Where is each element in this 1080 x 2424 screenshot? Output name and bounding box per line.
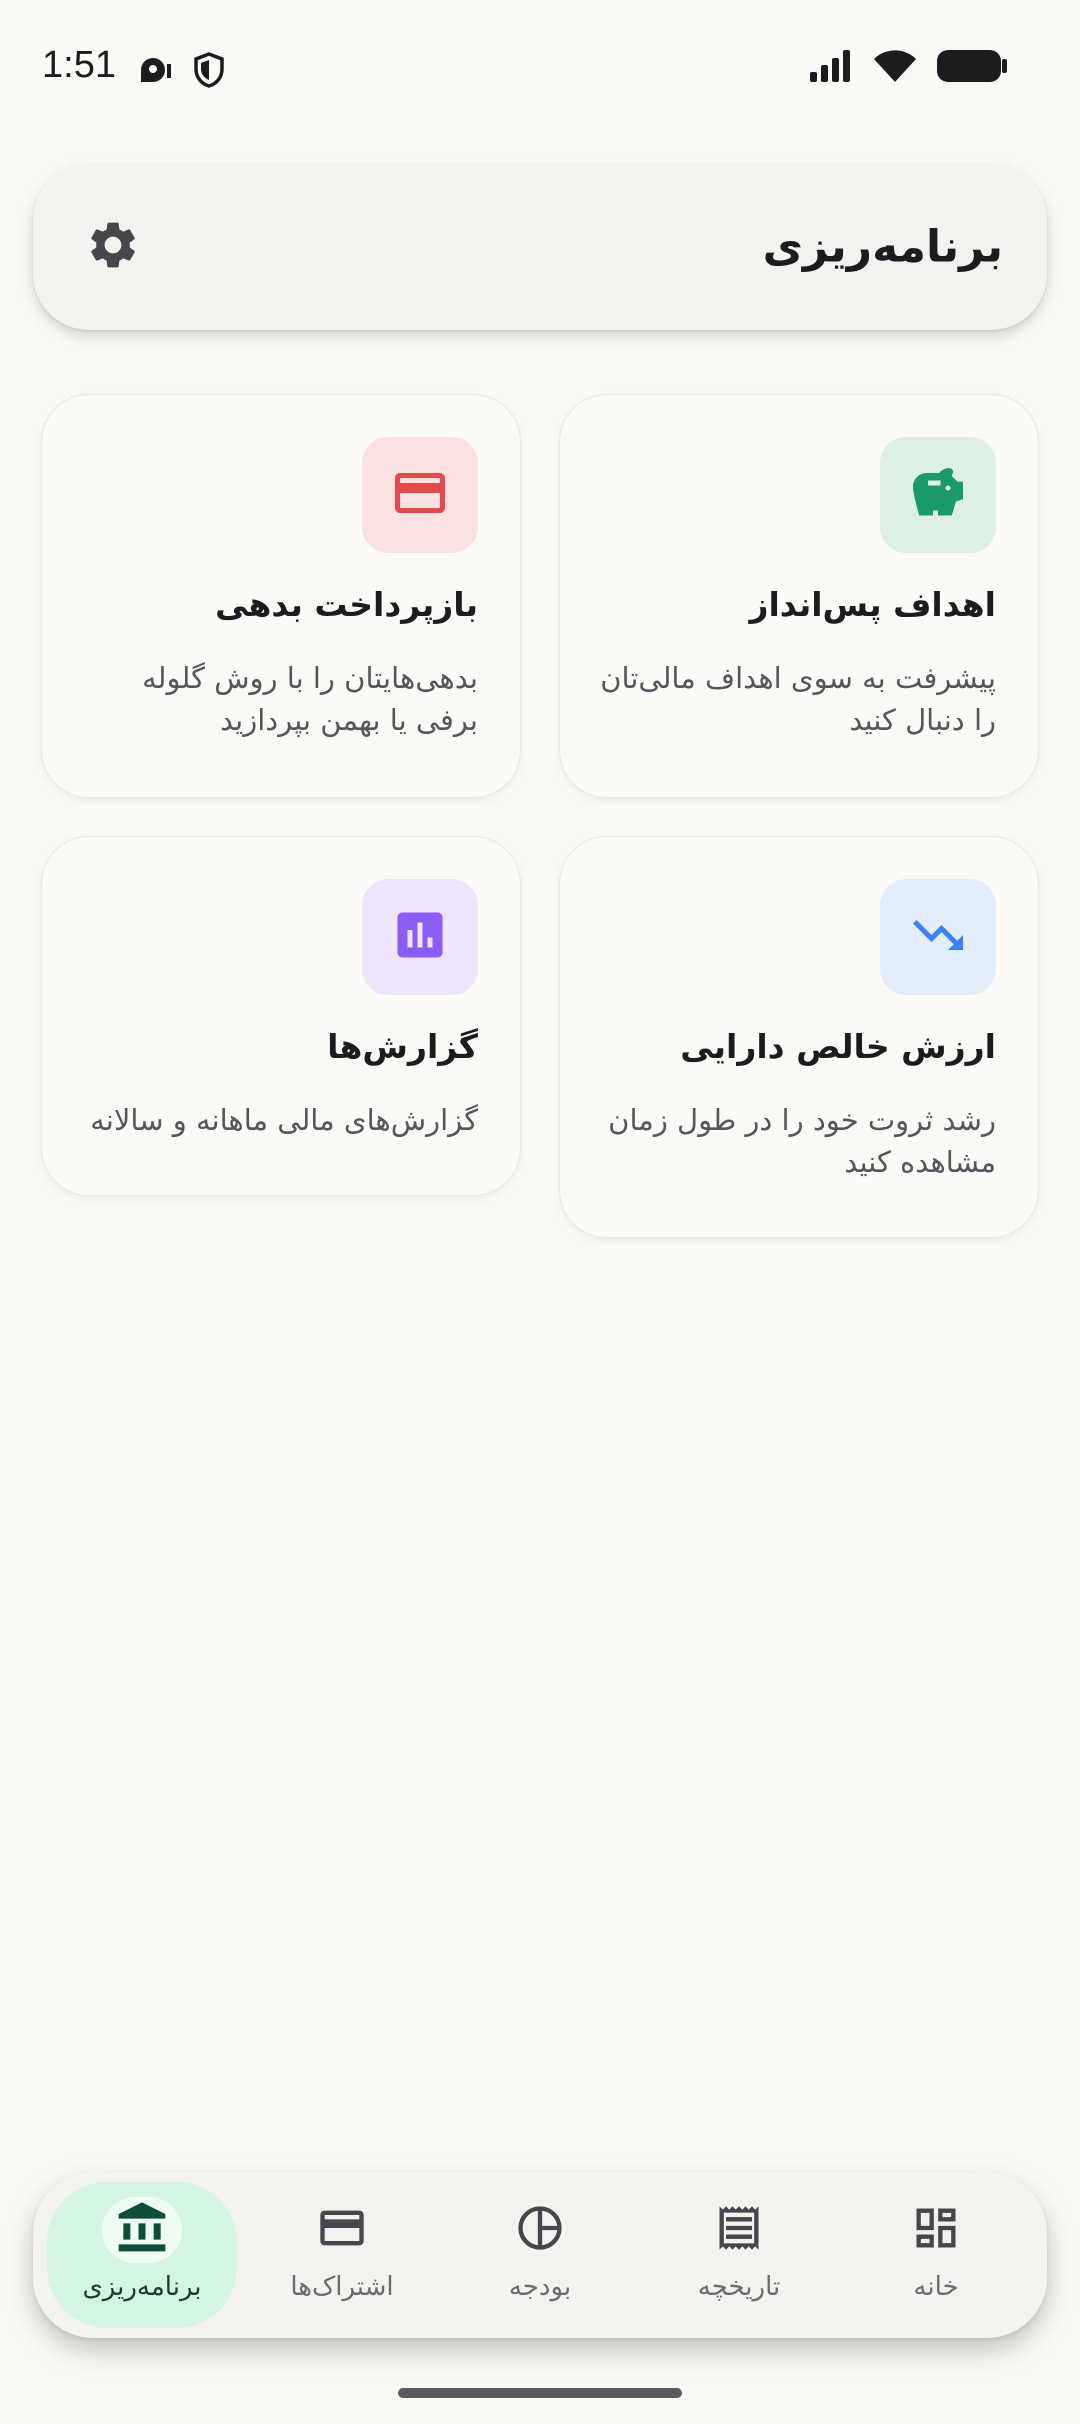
notification-icon (135, 52, 175, 92)
shield-icon (193, 52, 225, 92)
card-title: گزارش‌ها (327, 1027, 478, 1066)
card-icon-bg (880, 879, 996, 995)
nav-label: تاریخچه (697, 2272, 781, 2302)
settings-button[interactable] (81, 215, 145, 279)
credit-card-icon (390, 463, 450, 527)
nav-item-planning[interactable]: برنامه‌ریزی (47, 2182, 237, 2328)
wifi-icon (872, 48, 918, 88)
card-title: اهداف پس‌انداز (749, 585, 996, 624)
card-description: بدهی‌هایتان را با روش گلوله برفی یا بهمن… (142, 661, 478, 737)
status-time: 1:51 (42, 44, 116, 86)
signal-icon (808, 48, 854, 88)
status-bar: 1:51 (0, 0, 1080, 140)
bottom-navigation: خانه تاریخچه بودجه (33, 2172, 1047, 2338)
nav-item-subscriptions[interactable]: اشتراک‌ها (247, 2182, 437, 2328)
card-description: رشد ثروت خود را در طول زمان مشاهده کنید (608, 1103, 996, 1179)
nav-label: برنامه‌ریزی (82, 2272, 202, 2302)
card-icon-bg (880, 437, 996, 553)
nav-label: خانه (913, 2272, 959, 2302)
card-reports[interactable]: گزارش‌ها گزارش‌های مالی ماهانه و سالانه (41, 836, 521, 1196)
home-indicator[interactable] (398, 2388, 682, 2398)
card-title: بازپرداخت بدهی (215, 585, 478, 624)
card-title: ارزش خالص دارایی (680, 1027, 996, 1066)
card-description: گزارش‌های مالی ماهانه و سالانه (90, 1103, 478, 1137)
card-savings-goals[interactable]: اهداف پس‌انداز پیشرفت به سوی اهداف مالی‌… (559, 394, 1039, 798)
card-description: پیشرفت به سوی اهداف مالی‌تان را دنبال کن… (600, 661, 996, 737)
card-icon-bg (362, 879, 478, 995)
card-debt-payoff[interactable]: بازپرداخت بدهی بدهی‌هایتان را با روش گلو… (41, 394, 521, 798)
card-icon-bg (362, 437, 478, 553)
nav-item-budget[interactable]: بودجه (445, 2182, 635, 2328)
pie-chart-icon (514, 2202, 566, 2258)
page-title: برنامه‌ریزی (762, 221, 1003, 273)
gear-icon (85, 217, 141, 277)
battery-icon (936, 48, 1008, 88)
nav-label: اشتراک‌ها (290, 2272, 394, 2302)
dashboard-icon (910, 2202, 962, 2258)
nav-item-history[interactable]: تاریخچه (644, 2182, 834, 2328)
credit-card-icon (316, 2202, 368, 2258)
nav-item-home[interactable]: خانه (841, 2182, 1031, 2328)
top-app-bar: برنامه‌ریزی (33, 164, 1047, 330)
bank-icon (114, 2200, 170, 2260)
nav-label: بودجه (508, 2272, 572, 2302)
trending-up-icon (908, 905, 968, 969)
piggy-bank-icon (908, 463, 968, 527)
bar-chart-icon (390, 905, 450, 969)
receipt-icon (713, 2202, 765, 2258)
card-net-worth[interactable]: ارزش خالص دارایی رشد ثروت خود را در طول … (559, 836, 1039, 1238)
